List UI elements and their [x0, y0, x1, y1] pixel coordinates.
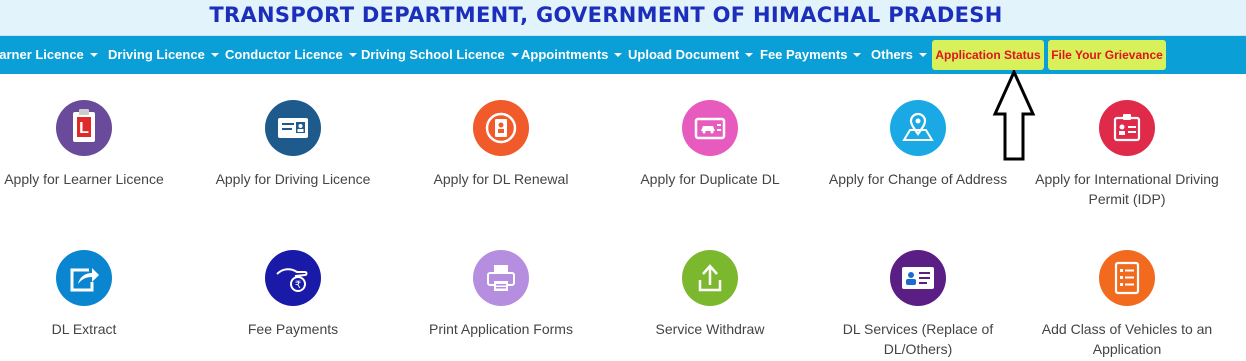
- caret-down-icon: [853, 53, 862, 57]
- tile-label: Apply for Change of Address: [828, 171, 1008, 187]
- svg-text:₹: ₹: [295, 280, 301, 291]
- tile-label: DL Services (Replace of DL/Others): [842, 321, 994, 357]
- tile-label: Fee Payments: [247, 321, 339, 337]
- checklist-icon: [1099, 250, 1155, 306]
- driving-licence-icon: [265, 100, 321, 156]
- nav-driving-licence[interactable]: Driving Licence: [108, 36, 219, 74]
- nav-learner-licence[interactable]: earner Licence: [0, 36, 98, 74]
- nav-appointments[interactable]: Appointments: [521, 36, 623, 74]
- nav-upload-document[interactable]: Upload Document: [628, 36, 754, 74]
- tile-label: Apply for Driving Licence: [215, 171, 371, 187]
- caret-down-icon: [745, 53, 754, 57]
- caret-down-icon: [614, 53, 623, 57]
- dl-renewal-icon: [473, 100, 529, 156]
- main-nav: earner Licence Driving Licence Conductor…: [0, 36, 1246, 74]
- upload-tray-icon: [682, 250, 738, 306]
- contact-card-icon: [890, 250, 946, 306]
- caret-down-icon: [89, 53, 98, 57]
- id-card-icon: [1099, 100, 1155, 156]
- tile-label: Apply for DL Renewal: [433, 171, 569, 187]
- nav-driving-school-licence[interactable]: Driving School Licence: [361, 36, 519, 74]
- tile-label: Apply for Learner Licence: [4, 171, 164, 187]
- caret-down-icon: [348, 53, 357, 57]
- file-grievance-button[interactable]: File Your Grievance: [1048, 40, 1166, 70]
- tile-label: Add Class of Vehicles to an Application: [1041, 321, 1213, 357]
- rupee-hand-icon: ₹: [265, 250, 321, 306]
- map-pin-icon: [890, 100, 946, 156]
- tile-label: Apply for Duplicate DL: [640, 171, 780, 187]
- page-title: TRANSPORT DEPARTMENT, GOVERNMENT OF HIMA…: [209, 3, 1003, 27]
- share-arrow-icon: [56, 250, 112, 306]
- nav-conductor-licence[interactable]: Conductor Licence: [225, 36, 357, 74]
- caret-down-icon: [918, 53, 927, 57]
- tile-label: Print Application Forms: [429, 321, 573, 337]
- caret-down-icon: [210, 53, 219, 57]
- tile-label: Service Withdraw: [655, 321, 765, 337]
- printer-icon: [473, 250, 529, 306]
- nav-fee-payments[interactable]: Fee Payments: [760, 36, 862, 74]
- svg-text:L: L: [79, 120, 89, 137]
- tile-label: Apply for International Driving Permit (…: [1035, 171, 1219, 207]
- application-status-button[interactable]: Application Status: [932, 40, 1044, 70]
- header-banner: TRANSPORT DEPARTMENT, GOVERNMENT OF HIMA…: [0, 0, 1246, 36]
- tile-label: DL Extract: [51, 321, 117, 337]
- learner-licence-icon: L: [56, 100, 112, 156]
- nav-others[interactable]: Others: [871, 36, 927, 74]
- duplicate-dl-icon: [682, 100, 738, 156]
- up-arrow-annotation: [992, 70, 1036, 161]
- caret-down-icon: [510, 53, 519, 57]
